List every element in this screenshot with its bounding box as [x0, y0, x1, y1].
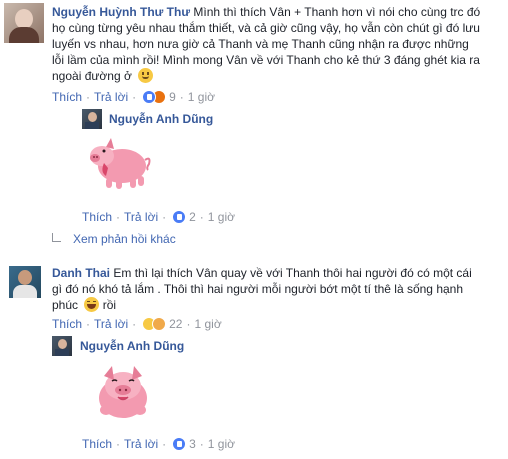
avatar[interactable] [4, 3, 44, 43]
reply-button[interactable]: Trả lời [94, 316, 128, 332]
reply-button[interactable]: Trả lời [124, 436, 158, 452]
comment-body: Danh Thai Em thì lại thích Vân quay về v… [52, 265, 502, 313]
avatar[interactable] [82, 109, 102, 129]
separator-dot: · [132, 317, 137, 331]
like-button[interactable]: Thích [82, 209, 112, 225]
comment-text-line: phúc [52, 298, 79, 312]
comment-text-line: họ cùng từng yêu nhau thắm thiết, và cả … [52, 21, 480, 35]
comment-text-line: luyến vs nhau, hơn nưa giờ cả Thanh và m… [52, 37, 469, 51]
avatar[interactable] [52, 336, 72, 356]
separator-dot: · [116, 437, 121, 451]
reactions-summary[interactable]: 9 [142, 89, 176, 105]
sad-reaction-icon [152, 317, 167, 331]
like-button[interactable]: Thích [82, 436, 112, 452]
comment-author[interactable]: Nguyễn Huỳnh Thư Thư [52, 5, 190, 19]
separator-dot: · [179, 90, 184, 104]
comment-actions: Thích · Trả lời · 9 · 1 giờ [52, 89, 215, 105]
timestamp[interactable]: 1 giờ [194, 316, 221, 332]
reactions-summary[interactable]: 2 [172, 209, 196, 225]
reaction-count: 9 [169, 90, 176, 104]
separator-dot: · [86, 317, 91, 331]
reaction-count: 2 [189, 210, 196, 224]
separator-dot: · [162, 210, 167, 224]
timestamp[interactable]: 1 giờ [188, 89, 215, 105]
comment-text-line: gì đó nó khó tả lắm . Thôi thì hai người… [52, 282, 464, 296]
pig-sticker [99, 366, 147, 418]
reply-author[interactable]: Nguyễn Anh Dũng [109, 112, 213, 126]
reply-arrow-icon [52, 232, 61, 242]
comment-text-line: ngoài đường ở [52, 69, 132, 83]
like-button[interactable]: Thích [52, 316, 82, 332]
separator-dot: · [186, 317, 191, 331]
reply-button[interactable]: Trả lời [94, 89, 128, 105]
reply-actions: Thích · Trả lời · 3 · 1 giờ [82, 436, 235, 452]
separator-dot: · [162, 437, 167, 451]
pig-sticker [90, 138, 151, 189]
timestamp[interactable]: 1 giờ [208, 209, 235, 225]
separator-dot: · [199, 210, 204, 224]
separator-dot: · [86, 90, 91, 104]
like-reaction-icon [172, 210, 187, 224]
reaction-count: 22 [169, 317, 183, 331]
like-reaction-icon [172, 437, 187, 451]
reply-actions: Thích · Trả lời · 2 · 1 giờ [82, 209, 235, 225]
comment-body: Nguyễn Huỳnh Thư Thư Mình thì thích Vân … [52, 4, 502, 84]
timestamp[interactable]: 1 giờ [208, 436, 235, 452]
comment-text-line: lỗi lầm của mình rồi! Mình mong Vân về v… [52, 53, 480, 67]
laugh-emoji-icon [84, 297, 100, 312]
comment-text-line: Mình thì thích Vân + Thanh hơn vì nói ch… [193, 5, 481, 19]
separator-dot: · [199, 437, 204, 451]
comment-text-line: rồi [102, 298, 117, 312]
like-reaction-icon [142, 90, 157, 104]
avatar[interactable] [9, 266, 41, 298]
separator-dot: · [132, 90, 137, 104]
reply-author[interactable]: Nguyễn Anh Dũng [80, 339, 184, 353]
smile-emoji-icon [138, 68, 154, 83]
reactions-summary[interactable]: 3 [172, 436, 196, 452]
comment-actions: Thích · Trả lời · 22 · 1 giờ [52, 316, 222, 332]
separator-dot: · [116, 210, 121, 224]
reactions-summary[interactable]: 22 [142, 316, 182, 332]
view-more-replies-link[interactable]: Xem phản hồi khác [52, 232, 176, 246]
comment-text-line: Em thì lại thích Vân quay về với Thanh t… [113, 266, 472, 280]
reply-button[interactable]: Trả lời [124, 209, 158, 225]
like-button[interactable]: Thích [52, 89, 82, 105]
view-more-replies-label: Xem phản hồi khác [73, 232, 176, 246]
reaction-count: 3 [189, 437, 196, 451]
comment-author[interactable]: Danh Thai [52, 266, 110, 280]
